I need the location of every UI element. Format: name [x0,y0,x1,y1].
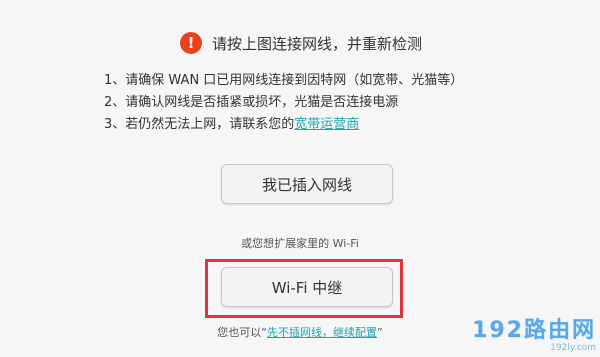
step-1: 1、请确保 WAN 口已用网线连接到因特网（如宽带、光猫等） [104,73,464,88]
warning-title: 请按上图连接网线，并重新检测 [212,34,423,53]
skip-hint-prefix: 您也可以“ [217,326,267,339]
warning-row: ! 请按上图连接网线，并重新检测 [180,32,422,54]
cable-plugged-button[interactable]: 我已插入网线 [221,164,393,204]
site-watermark: 192路由网 192ly.com [472,318,596,354]
isp-link[interactable]: 宽带运营商 [294,117,359,132]
skip-hint-suffix: ” [377,326,383,339]
warning-icon: ! [180,32,202,54]
troubleshoot-steps: 1、请确保 WAN 口已用网线连接到因特网（如宽带、光猫等） 2、请确认网线是否… [104,70,463,136]
extend-wifi-hint: 或您想扩展家里的 Wi-Fi [241,237,359,250]
watermark-sub: 192ly.com [550,343,596,353]
skip-cable-link[interactable]: 先不插网线，继续配置 [267,326,377,339]
wifi-repeater-button[interactable]: Wi-Fi 中继 [221,267,393,307]
step-2: 2、请确认网线是否插紧或损坏，光猫是否连接电源 [104,95,399,110]
step-3: 3、若仍然无法上网，请联系您的宽带运营商 [104,114,463,136]
step-3-text: 3、若仍然无法上网，请联系您的 [104,117,295,132]
watermark-main: 192路由网 [472,318,596,343]
